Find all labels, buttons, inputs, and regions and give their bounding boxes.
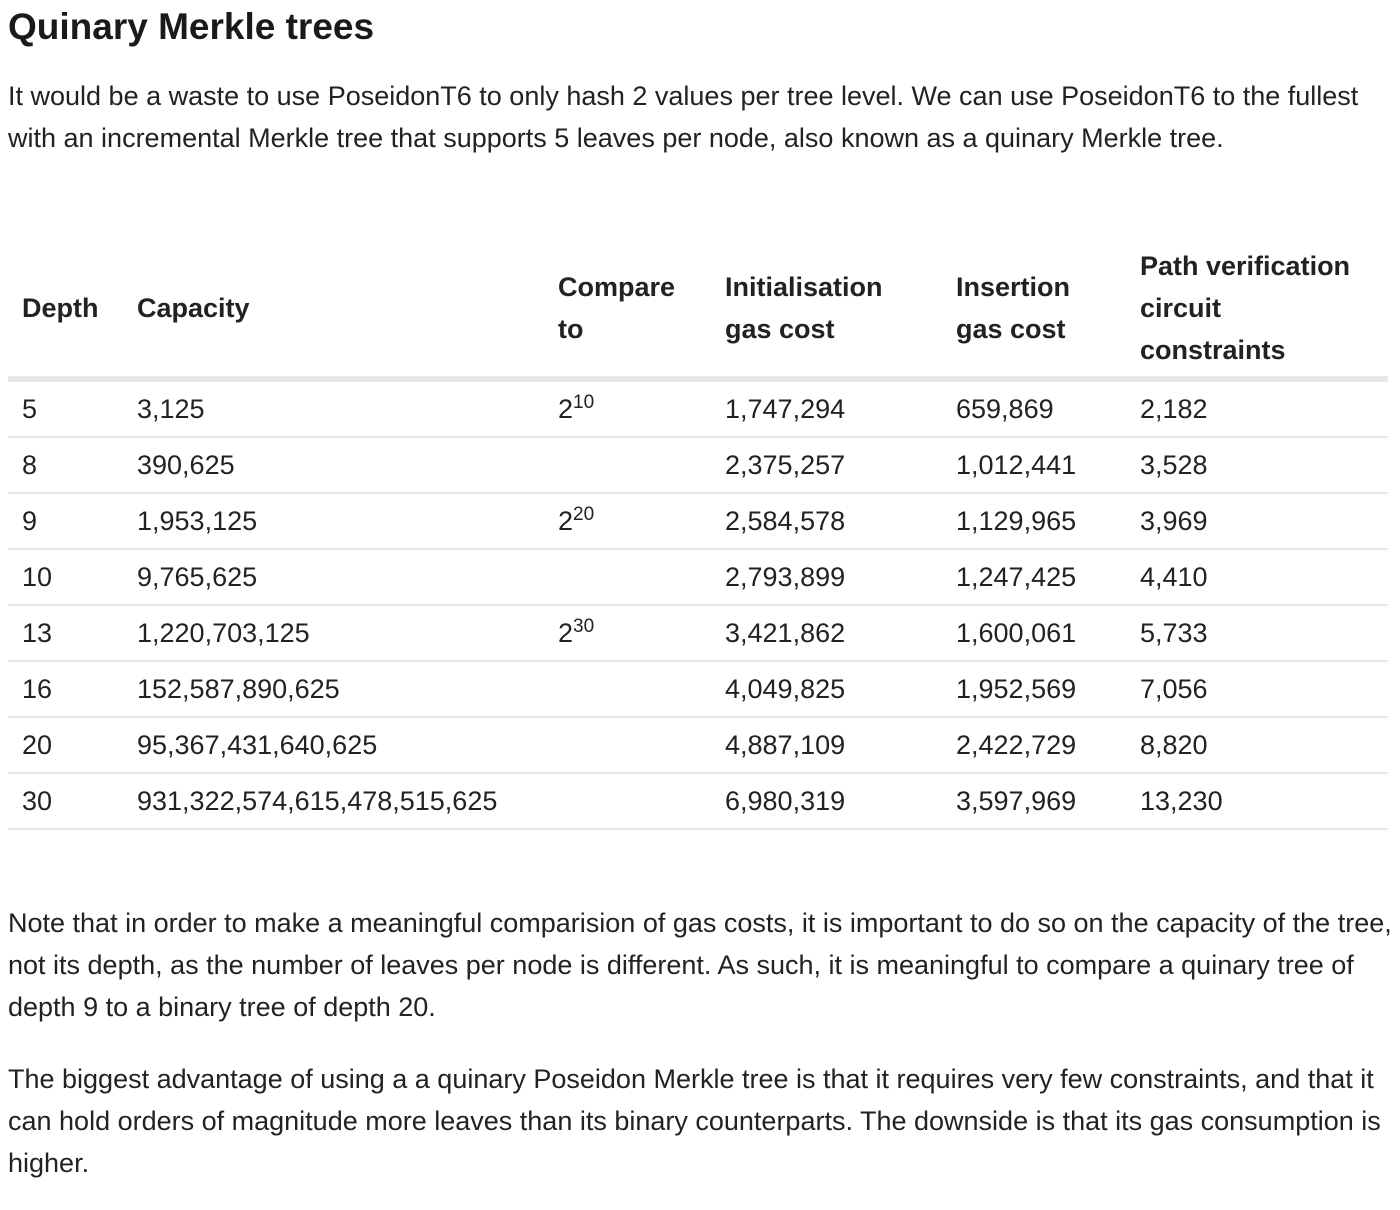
cell-compare bbox=[544, 661, 711, 718]
cell-depth: 30 bbox=[8, 773, 123, 830]
cell-insert-gas: 1,600,061 bbox=[942, 605, 1126, 662]
cell-depth: 10 bbox=[8, 549, 123, 606]
cell-depth: 16 bbox=[8, 661, 123, 718]
cell-constraints: 7,056 bbox=[1126, 661, 1388, 718]
cell-compare: 210 bbox=[544, 379, 711, 438]
cell-compare: 220 bbox=[544, 493, 711, 550]
cell-capacity: 390,625 bbox=[123, 437, 544, 494]
cell-constraints: 5,733 bbox=[1126, 605, 1388, 662]
note-paragraph: Note that in order to make a meaningful … bbox=[8, 908, 1392, 1022]
advantage-paragraph: The biggest advantage of using a a quina… bbox=[8, 1064, 1381, 1178]
cell-init-gas: 3,421,862 bbox=[711, 605, 942, 662]
cell-depth: 8 bbox=[8, 437, 123, 494]
cell-depth: 13 bbox=[8, 605, 123, 662]
table-row: 20 95,367,431,640,625 4,887,109 2,422,729 8,… bbox=[8, 717, 1388, 774]
cell-capacity: 1,220,703,125 bbox=[123, 605, 544, 662]
cell-constraints: 3,969 bbox=[1126, 493, 1388, 550]
cell-constraints: 3,528 bbox=[1126, 437, 1388, 494]
cell-capacity: 3,125 bbox=[123, 379, 544, 438]
cell-constraints: 13,230 bbox=[1126, 773, 1388, 830]
table-row: 9 1,953,125 220 2,584,578 1,129,965 3,969 bbox=[8, 493, 1388, 550]
intro-paragraph: It would be a waste to use PoseidonT6 to… bbox=[8, 81, 1359, 153]
header-compare: Compare to bbox=[544, 245, 711, 382]
cell-depth: 9 bbox=[8, 493, 123, 550]
cell-compare bbox=[544, 773, 711, 830]
cell-compare: 230 bbox=[544, 605, 711, 662]
cell-capacity: 931,322,574,615,478,515,625 bbox=[123, 773, 544, 830]
compare-exponent: 10 bbox=[573, 391, 595, 413]
cell-init-gas: 6,980,319 bbox=[711, 773, 942, 830]
cell-compare bbox=[544, 549, 711, 606]
table-row: 8 390,625 2,375,257 1,012,441 3,528 bbox=[8, 437, 1388, 494]
header-row: Depth Capacity Compare to Initialisation… bbox=[8, 245, 1388, 382]
table-row: 30 931,322,574,615,478,515,625 6,980,319 3,… bbox=[8, 773, 1388, 830]
cell-insert-gas: 1,952,569 bbox=[942, 661, 1126, 718]
compare-exponent: 30 bbox=[573, 615, 595, 637]
compare-base: 2 bbox=[558, 393, 574, 424]
cell-constraints: 2,182 bbox=[1126, 379, 1388, 438]
cell-capacity: 152,587,890,625 bbox=[123, 661, 544, 718]
table-row: 16 152,587,890,625 4,049,825 1,952,569 7,056 bbox=[8, 661, 1388, 718]
merkle-tree-table: Depth Capacity Compare to Initialisation… bbox=[8, 245, 1388, 830]
header-capacity: Capacity bbox=[123, 245, 544, 382]
table-row: 10 9,765,625 2,793,899 1,247,425 4,410 bbox=[8, 549, 1388, 606]
table-body: 5 3,125 210 1,747,294 659,869 2,182 8 390,625 2,… bbox=[8, 379, 1388, 830]
cell-insert-gas: 1,129,965 bbox=[942, 493, 1126, 550]
cell-compare bbox=[544, 717, 711, 774]
header-insert-gas: Insertion gas cost bbox=[942, 245, 1126, 382]
compare-base: 2 bbox=[558, 617, 574, 648]
cell-insert-gas: 1,012,441 bbox=[942, 437, 1126, 494]
cell-insert-gas: 659,869 bbox=[942, 379, 1126, 438]
compare-exponent: 20 bbox=[573, 503, 595, 525]
header-path-constraints: Path verification circuit constraints bbox=[1126, 245, 1388, 382]
cell-constraints: 4,410 bbox=[1126, 549, 1388, 606]
cell-capacity: 95,367,431,640,625 bbox=[123, 717, 544, 774]
section-heading: Quinary Merkle trees bbox=[8, 6, 375, 47]
cell-constraints: 8,820 bbox=[1126, 717, 1388, 774]
cell-init-gas: 4,887,109 bbox=[711, 717, 942, 774]
header-init-gas: Initialisation gas cost bbox=[711, 245, 942, 382]
compare-base: 2 bbox=[558, 505, 574, 536]
cell-insert-gas: 2,422,729 bbox=[942, 717, 1126, 774]
cell-depth: 20 bbox=[8, 717, 123, 774]
cell-insert-gas: 1,247,425 bbox=[942, 549, 1126, 606]
table-row: 5 3,125 210 1,747,294 659,869 2,182 bbox=[8, 379, 1388, 438]
cell-depth: 5 bbox=[8, 379, 123, 438]
cell-insert-gas: 3,597,969 bbox=[942, 773, 1126, 830]
cell-init-gas: 2,584,578 bbox=[711, 493, 942, 550]
cell-init-gas: 4,049,825 bbox=[711, 661, 942, 718]
cell-init-gas: 2,375,257 bbox=[711, 437, 942, 494]
table-row: 13 1,220,703,125 230 3,421,862 1,600,061 5,73… bbox=[8, 605, 1388, 662]
cell-init-gas: 1,747,294 bbox=[711, 379, 942, 438]
cell-compare bbox=[544, 437, 711, 494]
header-depth: Depth bbox=[8, 245, 123, 382]
cell-init-gas: 2,793,899 bbox=[711, 549, 942, 606]
cell-capacity: 9,765,625 bbox=[123, 549, 544, 606]
cell-capacity: 1,953,125 bbox=[123, 493, 544, 550]
table-header: Depth Capacity Compare to Initialisation… bbox=[8, 245, 1388, 382]
